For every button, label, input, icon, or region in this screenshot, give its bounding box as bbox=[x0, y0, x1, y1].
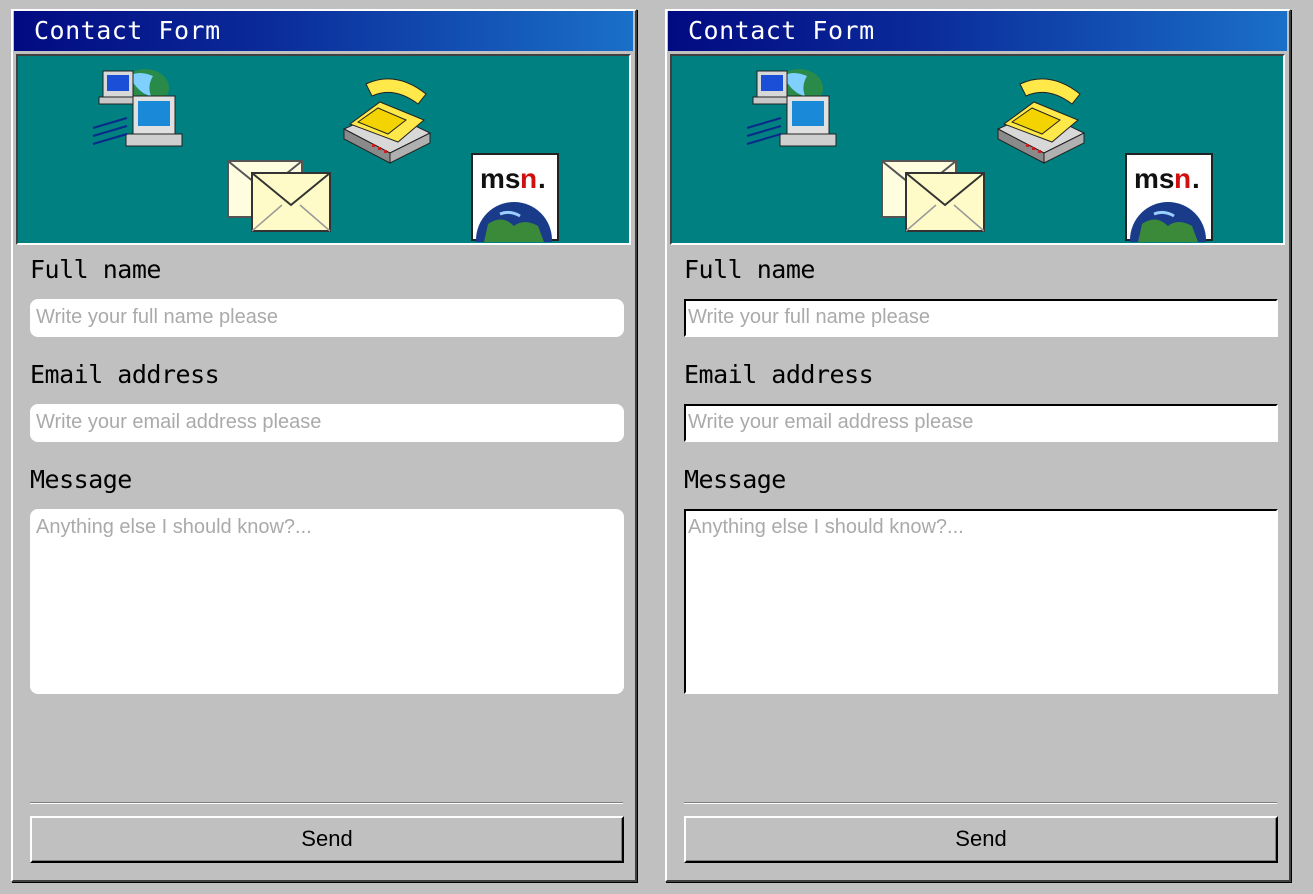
contact-form-window-modern: Contact Form Full name Write your full n… bbox=[11, 9, 637, 882]
send-button[interactable]: Send bbox=[30, 816, 624, 863]
msn-globe-icon bbox=[1124, 152, 1214, 242]
telephone-icon bbox=[336, 74, 436, 164]
network-computer-icon bbox=[737, 66, 847, 151]
email-label: Email address bbox=[30, 360, 220, 389]
full-name-input[interactable]: Write your full name please bbox=[684, 299, 1278, 337]
email-input[interactable]: Write your email address please bbox=[684, 404, 1278, 442]
email-input[interactable]: Write your email address please bbox=[30, 404, 624, 442]
window-title: Contact Form bbox=[668, 11, 1287, 51]
email-label: Email address bbox=[684, 360, 874, 389]
envelopes-icon bbox=[226, 159, 336, 234]
contact-banner bbox=[16, 54, 631, 245]
divider bbox=[684, 802, 1277, 804]
message-label: Message bbox=[684, 465, 786, 494]
message-textarea[interactable]: Anything else I should know?... bbox=[684, 509, 1278, 694]
full-name-label: Full name bbox=[684, 255, 815, 284]
contact-form-window-classic: Contact Form Full name Write your full n… bbox=[665, 9, 1291, 882]
message-label: Message bbox=[30, 465, 132, 494]
window-title: Contact Form bbox=[14, 11, 633, 51]
telephone-icon bbox=[990, 74, 1090, 164]
full-name-label: Full name bbox=[30, 255, 161, 284]
contact-banner bbox=[670, 54, 1285, 245]
send-button[interactable]: Send bbox=[684, 816, 1278, 863]
msn-globe-icon bbox=[470, 152, 560, 242]
envelopes-icon bbox=[880, 159, 990, 234]
full-name-input[interactable]: Write your full name please bbox=[30, 299, 624, 337]
message-textarea[interactable]: Anything else I should know?... bbox=[30, 509, 624, 694]
network-computer-icon bbox=[83, 66, 193, 151]
divider bbox=[30, 802, 623, 804]
